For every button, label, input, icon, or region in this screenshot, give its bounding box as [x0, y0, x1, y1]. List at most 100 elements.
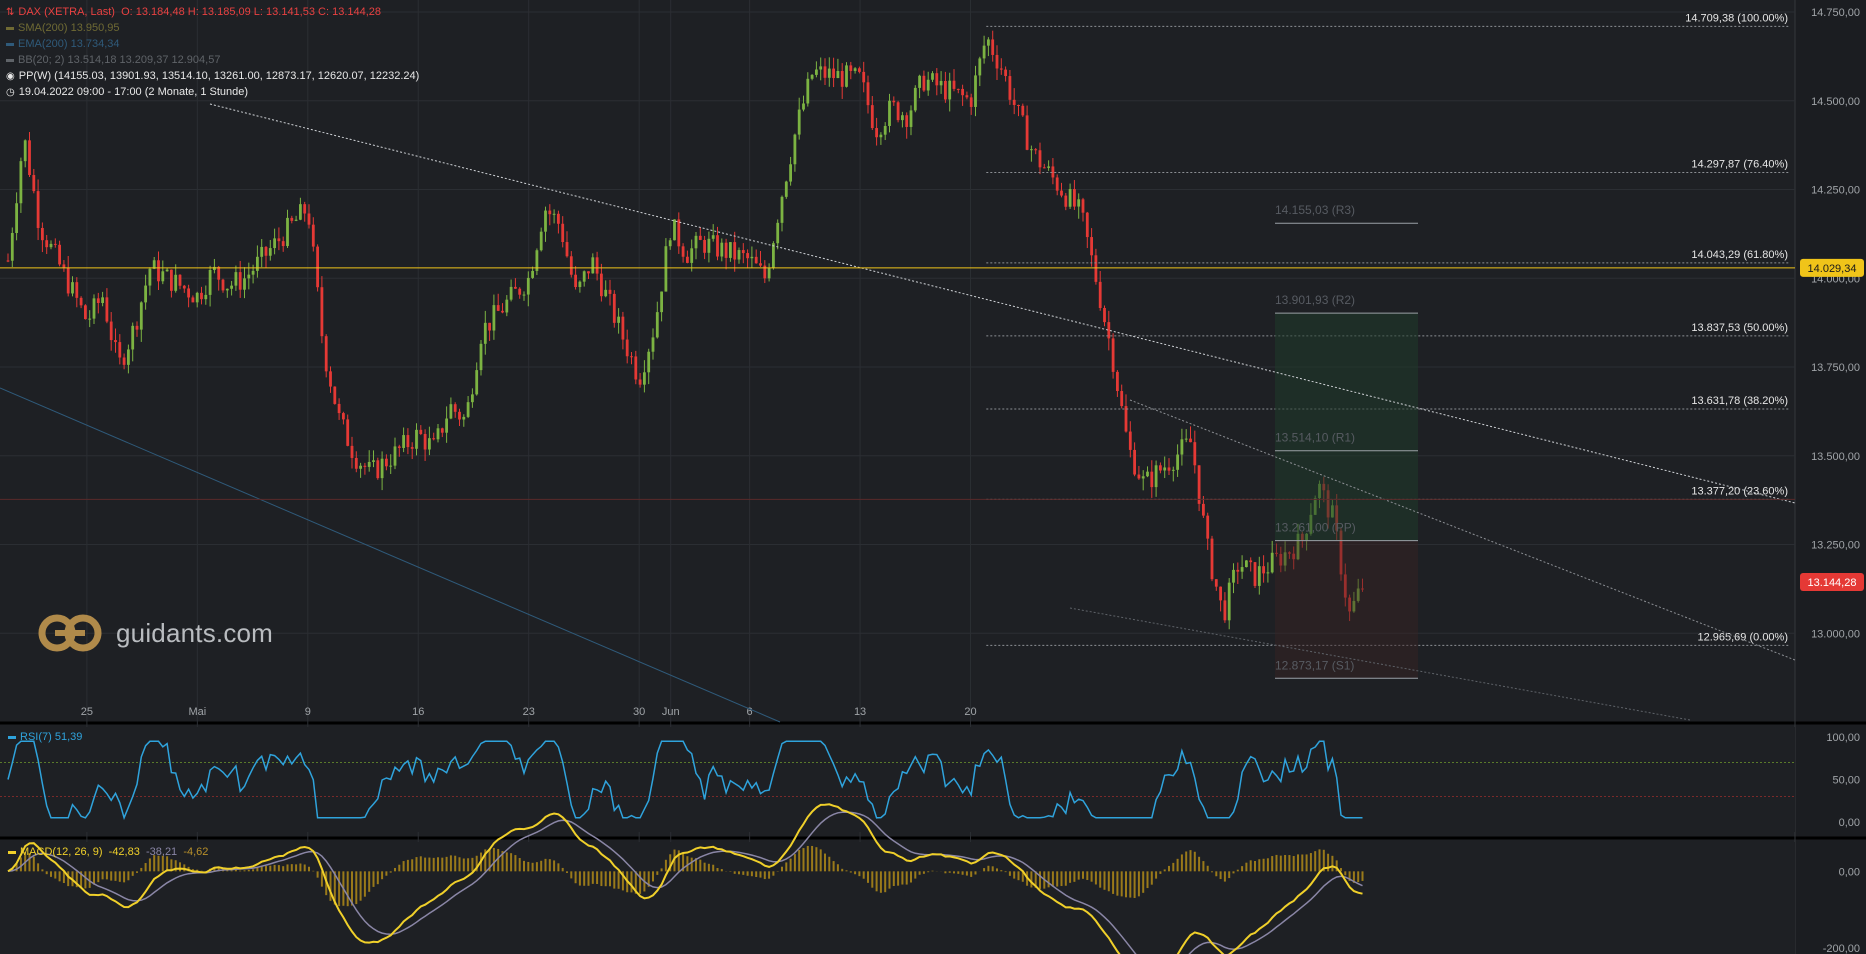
candle[interactable]: [913, 87, 917, 111]
candle[interactable]: [544, 210, 547, 232]
candle[interactable]: [892, 100, 896, 103]
candle[interactable]: [772, 243, 775, 268]
candle[interactable]: [346, 419, 350, 446]
candle[interactable]: [1077, 199, 1081, 207]
candle[interactable]: [139, 302, 143, 330]
candle[interactable]: [1085, 212, 1089, 238]
candle[interactable]: [797, 109, 801, 135]
candle[interactable]: [587, 271, 590, 274]
candle[interactable]: [238, 272, 242, 290]
candle[interactable]: [1193, 442, 1197, 466]
candle[interactable]: [1060, 190, 1063, 196]
candle[interactable]: [492, 305, 496, 331]
candle[interactable]: [827, 68, 831, 78]
candle[interactable]: [888, 100, 891, 126]
candle[interactable]: [1197, 465, 1201, 504]
candle[interactable]: [600, 273, 603, 297]
candle[interactable]: [329, 371, 332, 387]
candle[interactable]: [53, 243, 57, 245]
candle[interactable]: [488, 322, 491, 331]
candle[interactable]: [793, 134, 797, 165]
candle[interactable]: [694, 235, 698, 249]
candle[interactable]: [862, 71, 866, 83]
candle[interactable]: [290, 217, 294, 221]
candle[interactable]: [858, 68, 861, 72]
candle[interactable]: [703, 239, 706, 253]
candle[interactable]: [961, 88, 964, 96]
candle[interactable]: [836, 71, 840, 79]
candle[interactable]: [1073, 189, 1076, 207]
candle[interactable]: [58, 244, 61, 265]
candle[interactable]: [281, 241, 285, 247]
candle[interactable]: [509, 286, 513, 300]
sma-legend[interactable]: SMA(200) 13.950,95: [6, 21, 120, 35]
candle[interactable]: [1219, 586, 1222, 601]
candle[interactable]: [591, 257, 595, 274]
candle[interactable]: [367, 461, 371, 467]
candle[interactable]: [49, 243, 53, 248]
candle[interactable]: [1103, 307, 1106, 323]
candle[interactable]: [729, 242, 732, 258]
candle[interactable]: [505, 299, 509, 313]
candle[interactable]: [832, 68, 835, 79]
candle[interactable]: [161, 271, 165, 282]
candle[interactable]: [518, 288, 522, 295]
candle[interactable]: [1159, 465, 1162, 471]
candle[interactable]: [690, 248, 694, 263]
candle[interactable]: [733, 242, 737, 260]
candle[interactable]: [746, 253, 749, 259]
candle[interactable]: [1030, 149, 1033, 151]
candle[interactable]: [621, 316, 625, 340]
candle[interactable]: [359, 465, 362, 469]
candle[interactable]: [453, 404, 457, 412]
candle[interactable]: [1176, 454, 1179, 470]
candle[interactable]: [75, 282, 79, 298]
candle[interactable]: [625, 339, 629, 357]
candle[interactable]: [1038, 150, 1042, 168]
candle[interactable]: [1262, 566, 1265, 574]
candle[interactable]: [999, 68, 1003, 70]
candle[interactable]: [247, 274, 251, 279]
candle[interactable]: [1055, 177, 1059, 191]
candle[interactable]: [630, 356, 633, 358]
candle[interactable]: [673, 219, 676, 241]
candle[interactable]: [389, 465, 393, 467]
candle[interactable]: [982, 45, 986, 59]
candle[interactable]: [643, 372, 646, 385]
candle[interactable]: [483, 322, 487, 344]
candle[interactable]: [449, 404, 453, 419]
bb-legend[interactable]: BB(20; 2) 13.514,18 13.209,37 12.904,57: [6, 53, 220, 67]
candle[interactable]: [342, 413, 345, 420]
candle[interactable]: [299, 204, 302, 220]
candle[interactable]: [157, 260, 160, 282]
candle[interactable]: [10, 233, 14, 261]
candle[interactable]: [737, 250, 741, 260]
candle[interactable]: [1047, 166, 1050, 168]
candle[interactable]: [935, 73, 939, 86]
candle[interactable]: [724, 242, 728, 258]
candle[interactable]: [711, 235, 715, 239]
candle[interactable]: [948, 80, 952, 100]
candle[interactable]: [471, 394, 474, 403]
candle[interactable]: [991, 39, 995, 55]
candle[interactable]: [1245, 560, 1248, 568]
candle[interactable]: [849, 65, 853, 71]
candle[interactable]: [1064, 195, 1068, 207]
candle[interactable]: [277, 238, 281, 242]
candle[interactable]: [784, 181, 788, 197]
candle[interactable]: [393, 446, 397, 466]
candle[interactable]: [268, 248, 272, 256]
candle[interactable]: [148, 268, 152, 286]
candle[interactable]: [479, 343, 483, 371]
candle[interactable]: [225, 288, 229, 291]
candle[interactable]: [303, 204, 307, 214]
candle[interactable]: [1163, 467, 1167, 471]
candle[interactable]: [88, 318, 92, 320]
candle[interactable]: [1004, 69, 1007, 77]
candle[interactable]: [531, 270, 534, 278]
candle[interactable]: [165, 269, 169, 272]
candle[interactable]: [561, 223, 565, 243]
candle[interactable]: [974, 75, 977, 107]
candle[interactable]: [823, 66, 827, 78]
pivot-legend[interactable]: ◉ PP(W) (14155.03, 13901.93, 13514.10, 13…: [6, 69, 419, 84]
